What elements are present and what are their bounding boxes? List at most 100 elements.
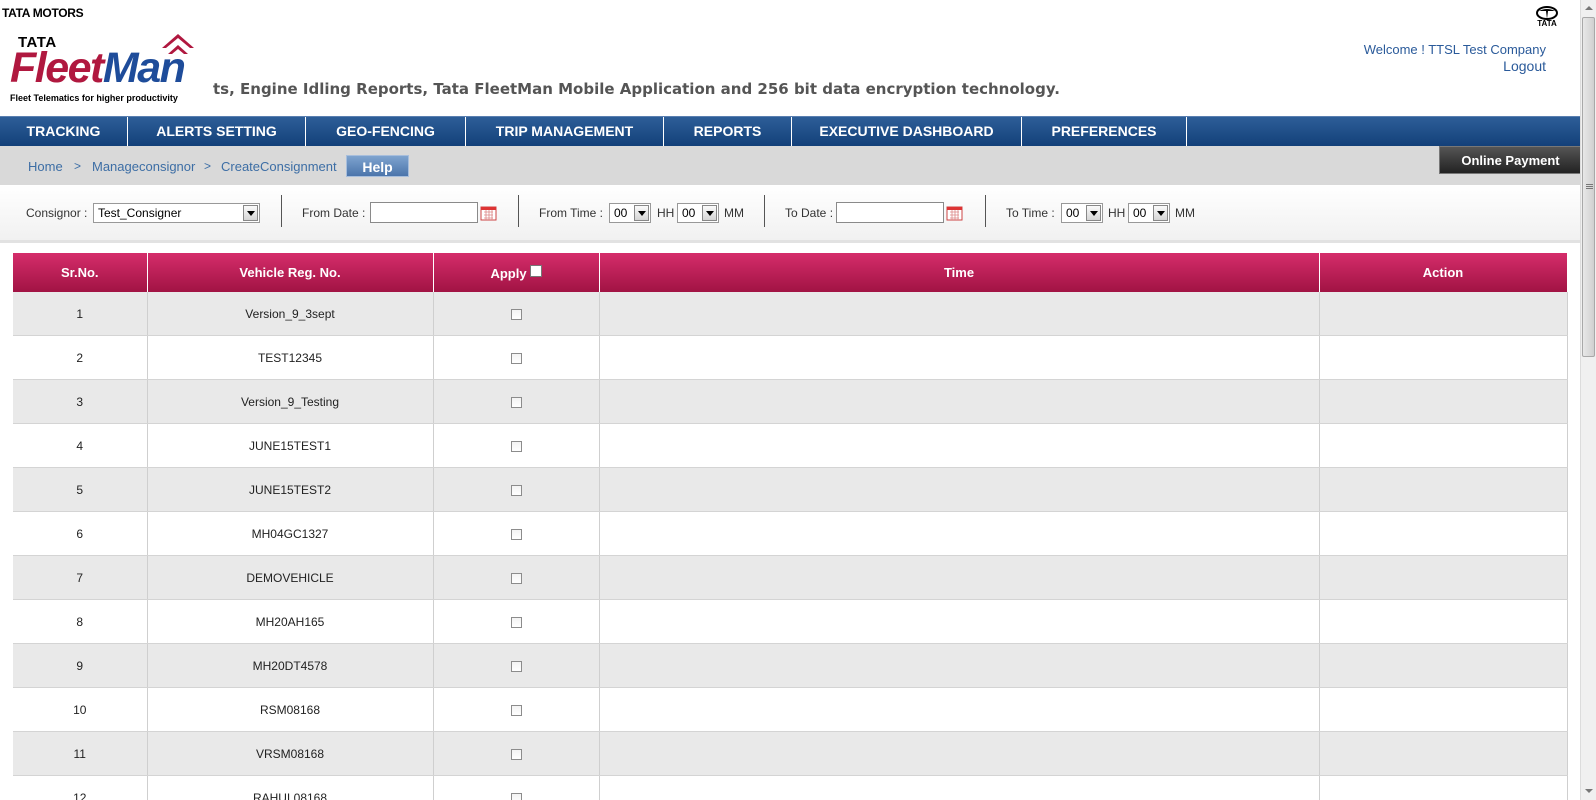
vehicle-reg-cell: DEMOVEHICLE — [147, 555, 434, 600]
chevron-down-icon[interactable] — [243, 205, 258, 221]
table-row: 12 RAHUL08168 — [13, 775, 1568, 800]
apply-checkbox[interactable] — [510, 440, 522, 452]
apply-checkbox[interactable] — [510, 792, 522, 800]
breadcrumb-manageconsignor[interactable]: Manageconsignor — [92, 159, 195, 174]
welcome-text: Welcome ! TTSL Test Company — [1363, 42, 1546, 57]
consignor-select[interactable]: Test_Consigner — [93, 203, 260, 223]
table-row: 5 JUNE15TEST2 — [13, 467, 1568, 512]
sr-no-cell: 12 — [13, 775, 148, 800]
sr-no-cell: 2 — [13, 335, 148, 380]
apply-checkbox[interactable] — [510, 528, 522, 540]
filter-divider — [764, 195, 765, 227]
nav-item-tracking[interactable]: TRACKING — [0, 117, 128, 147]
nav-item-reports[interactable]: REPORTS — [664, 117, 792, 147]
mm-label: MM — [1175, 206, 1195, 220]
from-date-label: From Date : — [302, 206, 366, 220]
scrollbar-thumb[interactable] — [1582, 17, 1595, 357]
apply-cell — [433, 599, 600, 644]
sr-no-cell: 6 — [13, 511, 148, 556]
calendar-icon[interactable] — [946, 205, 963, 221]
action-cell — [1319, 775, 1568, 800]
apply-cell — [433, 731, 600, 776]
chevron-down-icon[interactable] — [634, 205, 649, 221]
apply-cell — [433, 335, 600, 380]
column-header-time: Time — [599, 253, 1320, 292]
sr-no-cell: 10 — [13, 687, 148, 732]
filter-bar: Consignor : Test_Consigner From Date : F… — [0, 185, 1580, 243]
to-date-input[interactable] — [836, 202, 944, 223]
apply-checkbox[interactable] — [510, 352, 522, 364]
table-row: 2 TEST12345 — [13, 335, 1568, 380]
vehicle-reg-cell: MH20AH165 — [147, 599, 434, 644]
to-date-label: To Date : — [785, 206, 834, 220]
table-row: 3 Version_9_Testing — [13, 379, 1568, 424]
nav-item-geo-fencing[interactable]: GEO-FENCING — [306, 117, 466, 147]
apply-checkbox[interactable] — [510, 660, 522, 672]
apply-checkbox[interactable] — [510, 484, 522, 496]
breadcrumb-home[interactable]: Home — [28, 159, 63, 174]
time-cell — [599, 511, 1320, 556]
sr-no-cell: 9 — [13, 643, 148, 688]
apply-checkbox[interactable] — [510, 748, 522, 760]
top-bar: TATA MOTORS TATA — [0, 0, 1580, 28]
time-cell — [599, 335, 1320, 380]
sr-no-cell: 11 — [13, 731, 148, 776]
scroll-up-icon[interactable] — [1581, 0, 1596, 17]
nav-item-executive-dashboard[interactable]: EXECUTIVE DASHBOARD — [792, 117, 1022, 147]
grip-icon — [1586, 184, 1593, 185]
from-minute-select[interactable]: 00 — [677, 203, 719, 223]
time-cell — [599, 467, 1320, 512]
apply-checkbox[interactable] — [510, 704, 522, 716]
apply-all-checkbox[interactable] — [529, 264, 542, 277]
apply-cell — [433, 643, 600, 688]
sr-no-cell: 3 — [13, 379, 148, 424]
sr-no-cell: 8 — [13, 599, 148, 644]
vertical-scrollbar[interactable] — [1580, 0, 1596, 800]
to-hour-select[interactable]: 00 — [1061, 203, 1103, 223]
apply-cell — [433, 511, 600, 556]
nav-item-trip-management[interactable]: TRIP MANAGEMENT — [466, 117, 664, 147]
from-minute-value: 00 — [682, 206, 696, 220]
vehicle-table-wrapper: Sr.No. Vehicle Reg. No. Apply Time Actio… — [13, 253, 1568, 800]
action-cell — [1319, 555, 1568, 600]
breadcrumb-createconsignment[interactable]: CreateConsignment — [221, 159, 337, 174]
from-time-label: From Time : — [539, 206, 604, 220]
from-hour-select[interactable]: 00 — [609, 203, 651, 223]
chevron-down-icon[interactable] — [702, 205, 717, 221]
apply-cell — [433, 292, 600, 336]
fleetman-logo[interactable]: TATA FleetMan Fleet Telematics for highe… — [10, 34, 210, 106]
apply-checkbox[interactable] — [510, 396, 522, 408]
action-cell — [1319, 335, 1568, 380]
online-payment-button[interactable]: Online Payment — [1439, 146, 1580, 174]
time-cell — [599, 292, 1320, 336]
to-minute-value: 00 — [1133, 206, 1147, 220]
table-row: 8 MH20AH165 — [13, 599, 1568, 644]
vehicle-reg-cell: RAHUL08168 — [147, 775, 434, 800]
time-cell — [599, 379, 1320, 424]
apply-checkbox[interactable] — [510, 308, 522, 320]
apply-cell — [433, 379, 600, 424]
chevron-down-icon[interactable] — [1153, 205, 1168, 221]
logout-link[interactable]: Logout — [1503, 58, 1546, 74]
breadcrumb-separator: > — [204, 159, 212, 173]
to-minute-select[interactable]: 00 — [1128, 203, 1170, 223]
apply-checkbox[interactable] — [510, 616, 522, 628]
sr-no-cell: 7 — [13, 555, 148, 600]
nav-item-alerts-setting[interactable]: ALERTS SETTING — [128, 117, 306, 147]
help-button[interactable]: Help — [346, 155, 409, 177]
calendar-icon[interactable] — [480, 205, 497, 221]
chevron-down-icon[interactable] — [1086, 205, 1101, 221]
filter-divider — [518, 195, 519, 227]
action-cell — [1319, 511, 1568, 556]
sr-no-cell: 5 — [13, 467, 148, 512]
tata-motors-brand: TATA MOTORS — [2, 6, 84, 20]
action-cell — [1319, 467, 1568, 512]
vehicle-reg-cell: VRSM08168 — [147, 731, 434, 776]
action-cell — [1319, 687, 1568, 732]
from-date-input[interactable] — [370, 202, 478, 223]
apply-checkbox[interactable] — [510, 572, 522, 584]
vehicle-reg-cell: MH20DT4578 — [147, 643, 434, 688]
nav-item-preferences[interactable]: PREFERENCES — [1022, 117, 1187, 147]
scroll-down-icon[interactable] — [1581, 783, 1596, 800]
table-body: 1 Version_9_3sept 2 TEST12345 3 Version_9_Tes… — [13, 292, 1568, 800]
